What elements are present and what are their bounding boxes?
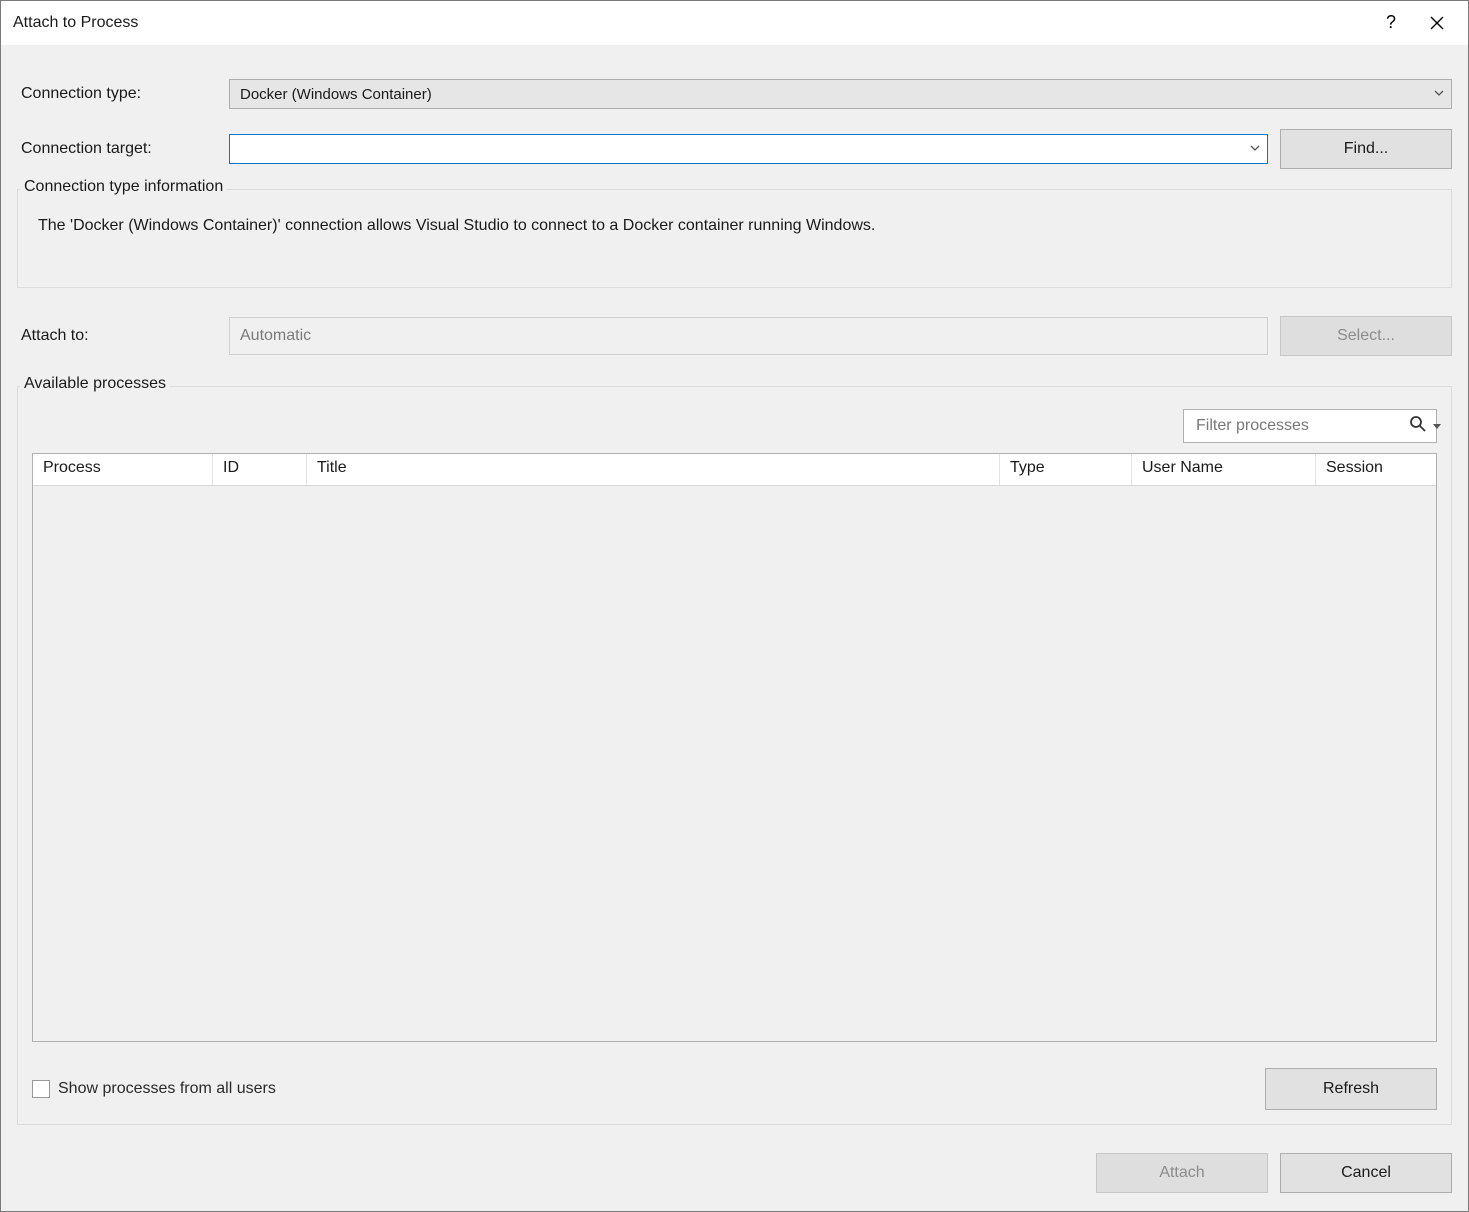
cancel-button[interactable]: Cancel — [1280, 1153, 1452, 1193]
dialog-button-row: Attach Cancel — [17, 1153, 1452, 1193]
help-button[interactable]: ? — [1368, 7, 1414, 39]
attach-to-value: Automatic — [240, 327, 311, 345]
attach-to-field: Automatic — [229, 317, 1268, 355]
column-type[interactable]: Type — [1000, 454, 1132, 485]
chevron-down-icon — [1249, 141, 1261, 158]
connection-type-label: Connection type: — [17, 85, 217, 103]
processes-table[interactable]: Process ID Title Type User Name Session — [32, 453, 1437, 1042]
processes-bottom-row: Show processes from all users Refresh — [32, 1068, 1437, 1110]
filter-processes-input[interactable] — [1194, 416, 1405, 436]
connection-target-combobox[interactable] — [229, 134, 1268, 164]
connection-target-row: Connection target: Find... — [17, 129, 1452, 169]
table-body — [33, 486, 1436, 1041]
chevron-down-icon — [1433, 86, 1445, 103]
window-title: Attach to Process — [13, 14, 1368, 32]
attach-to-label: Attach to: — [17, 327, 217, 345]
column-title[interactable]: Title — [307, 454, 1000, 485]
attach-to-process-dialog: Attach to Process ? Connection type: Doc… — [0, 0, 1469, 1212]
connection-info-legend: Connection type information — [20, 178, 227, 196]
connection-info-group: Connection type information The 'Docker … — [17, 189, 1452, 288]
connection-target-input[interactable] — [240, 136, 1249, 162]
column-user-name[interactable]: User Name — [1132, 454, 1316, 485]
filter-processes-box[interactable] — [1183, 409, 1437, 443]
available-processes-legend: Available processes — [20, 375, 170, 393]
connection-type-row: Connection type: Docker (Windows Contain… — [17, 79, 1452, 109]
show-all-users-checkbox[interactable] — [32, 1080, 50, 1098]
attach-button: Attach — [1096, 1153, 1268, 1193]
close-button[interactable] — [1414, 7, 1460, 39]
connection-target-label: Connection target: — [17, 140, 217, 158]
column-id[interactable]: ID — [213, 454, 307, 485]
attach-to-row: Attach to: Automatic Select... — [17, 316, 1452, 356]
column-session[interactable]: Session — [1316, 454, 1436, 485]
titlebar: Attach to Process ? — [1, 1, 1468, 45]
connection-type-dropdown[interactable]: Docker (Windows Container) — [229, 79, 1452, 109]
column-process[interactable]: Process — [33, 454, 213, 485]
available-processes-group: Available processes Process ID — [17, 386, 1452, 1125]
refresh-button[interactable]: Refresh — [1265, 1068, 1437, 1110]
connection-info-text: The 'Docker (Windows Container)' connect… — [32, 212, 1437, 273]
search-icon — [1409, 415, 1427, 437]
table-header: Process ID Title Type User Name Session — [33, 454, 1436, 486]
connection-type-value: Docker (Windows Container) — [240, 86, 432, 103]
chevron-down-icon[interactable] — [1433, 424, 1441, 429]
dialog-body: Connection type: Docker (Windows Contain… — [1, 45, 1468, 1211]
show-all-users-label: Show processes from all users — [58, 1080, 276, 1098]
select-button: Select... — [1280, 316, 1452, 356]
filter-row — [32, 409, 1437, 443]
close-icon — [1430, 16, 1444, 30]
find-button[interactable]: Find... — [1280, 129, 1452, 169]
